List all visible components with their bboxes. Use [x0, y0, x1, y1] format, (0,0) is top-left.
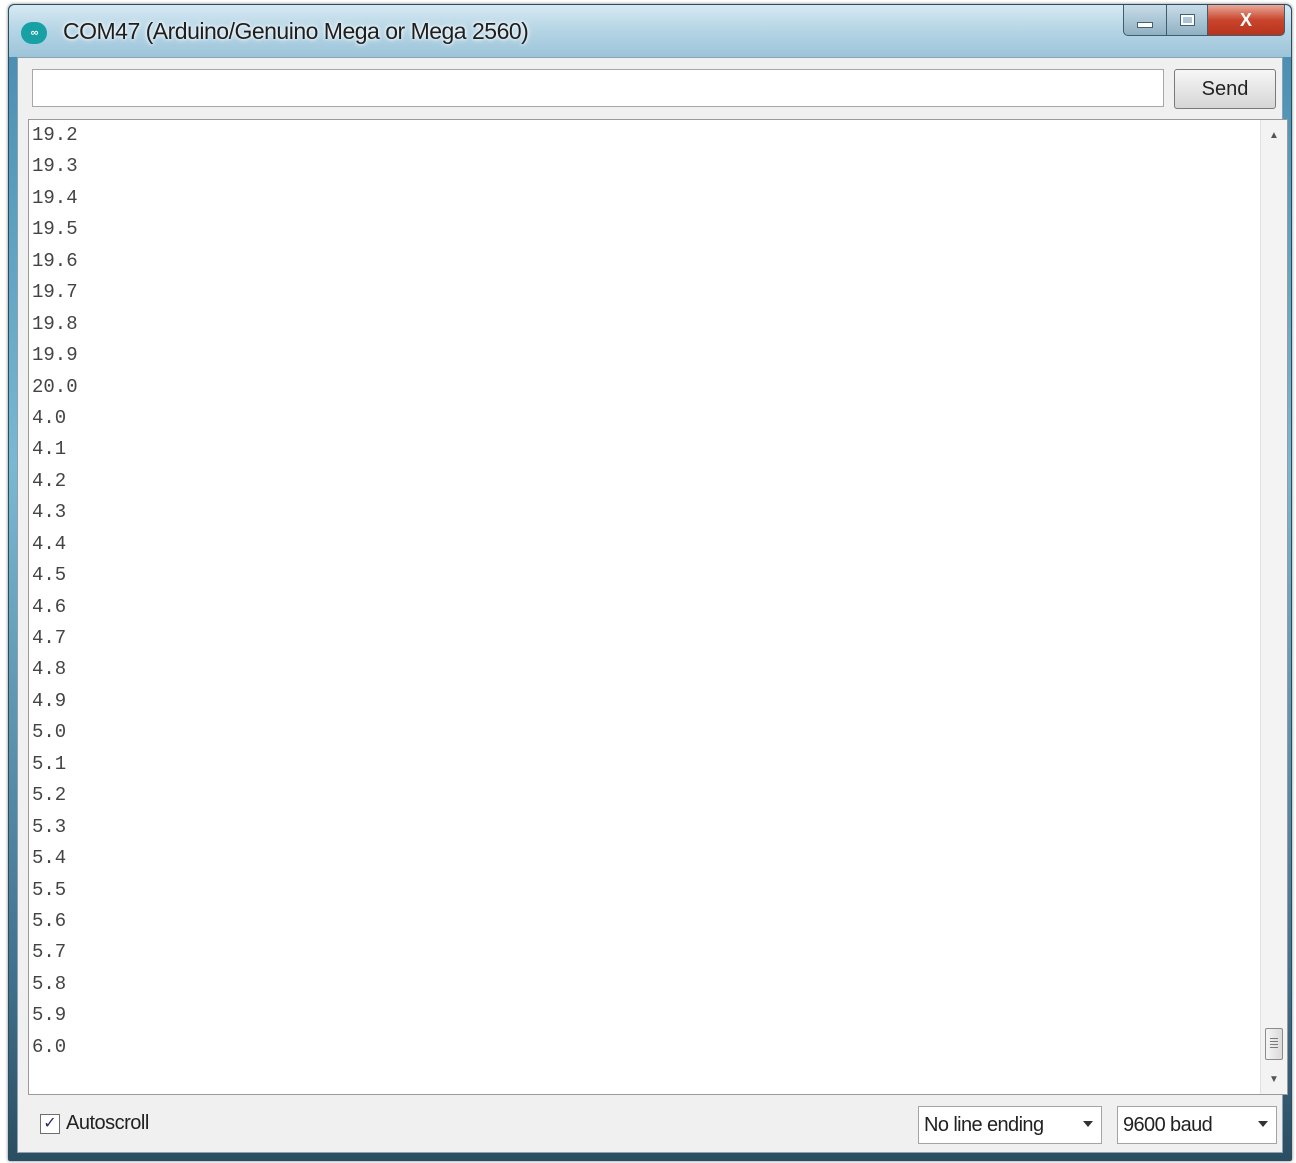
output-line: 19.8 — [32, 312, 78, 335]
checkmark-icon: ✓ — [43, 1114, 57, 1132]
output-line: 5.7 — [32, 941, 67, 964]
output-line: 19.3 — [32, 155, 78, 178]
output-line: 5.2 — [32, 784, 67, 807]
output-line: 5.8 — [32, 972, 67, 995]
output-line: 5.9 — [32, 1004, 67, 1027]
output-line: 19.6 — [32, 249, 78, 272]
window-controls: X — [1123, 5, 1285, 37]
maximize-button[interactable] — [1167, 5, 1208, 36]
baud-rate-select[interactable]: 9600 baud — [1117, 1106, 1277, 1144]
arduino-logo-icon: ∞ — [21, 22, 47, 44]
output-line: 4.8 — [32, 658, 67, 681]
chevron-down-icon — [1258, 1121, 1268, 1127]
output-lines: 19.2 19.3 19.4 19.5 19.6 19.7 19.8 19.9 20.0 4.0 4… — [32, 120, 78, 1063]
output-line: 4.2 — [32, 469, 67, 492]
output-line: 5.0 — [32, 721, 67, 744]
output-line: 4.1 — [32, 438, 67, 461]
output-line: 4.4 — [32, 532, 67, 555]
output-line: 4.0 — [32, 406, 67, 429]
minimize-button[interactable] — [1123, 5, 1167, 36]
close-icon: X — [1239, 9, 1252, 30]
line-ending-value: No line ending — [924, 1113, 1044, 1136]
serial-monitor-client: Send 19.2 19.3 19.4 19.5 19.6 19.7 19.8 19.9 20.… — [17, 57, 1288, 1153]
output-line: 6.0 — [32, 1035, 67, 1058]
autoscroll-label: Autoscroll — [66, 1112, 149, 1134]
title-bar[interactable]: ∞ COM47 (Arduino/Genuino Mega or Mega 25… — [9, 5, 1291, 57]
scroll-down-icon[interactable]: ▼ — [1261, 1068, 1287, 1090]
serial-output[interactable]: 19.2 19.3 19.4 19.5 19.6 19.7 19.8 19.9 20.0 4.0 4… — [28, 119, 1288, 1095]
autoscroll-checkbox[interactable]: ✓ — [40, 1113, 60, 1134]
output-line: 4.7 — [32, 627, 67, 649]
close-button[interactable]: X — [1208, 5, 1285, 36]
output-line: 19.4 — [32, 186, 78, 209]
output-line: 5.6 — [32, 909, 67, 932]
chevron-down-icon — [1083, 1121, 1093, 1127]
output-line: 19.2 — [32, 124, 78, 146]
output-line: 19.9 — [32, 344, 78, 367]
output-line: 20.0 — [32, 375, 78, 398]
line-ending-select[interactable]: No line ending — [918, 1106, 1102, 1144]
output-line: 5.1 — [32, 752, 67, 775]
grip-icon — [1270, 1038, 1278, 1050]
minimize-icon — [1137, 22, 1153, 28]
window-title: COM47 (Arduino/Genuino Mega or Mega 2560… — [63, 18, 529, 44]
output-line: 4.3 — [32, 501, 67, 524]
send-input[interactable] — [32, 69, 1164, 107]
autoscroll-control[interactable]: ✓ Autoscroll — [40, 1112, 149, 1135]
vertical-scrollbar[interactable]: ▲ ▼ — [1260, 120, 1287, 1094]
output-line: 5.3 — [32, 815, 67, 838]
output-line: 4.9 — [32, 689, 67, 712]
output-line: 19.7 — [32, 281, 78, 304]
send-button[interactable]: Send — [1174, 69, 1276, 109]
scroll-up-icon[interactable]: ▲ — [1261, 124, 1287, 146]
footer-bar: ✓ Autoscroll No line ending 9600 baud — [18, 1098, 1282, 1152]
scrollbar-thumb[interactable] — [1265, 1028, 1283, 1060]
output-line: 4.6 — [32, 595, 67, 618]
output-line: 4.5 — [32, 564, 67, 587]
output-line: 19.5 — [32, 218, 78, 241]
serial-monitor-window: ∞ COM47 (Arduino/Genuino Mega or Mega 25… — [8, 4, 1292, 1161]
output-line: 5.5 — [32, 878, 67, 901]
maximize-icon — [1179, 14, 1195, 26]
output-line: 5.4 — [32, 847, 67, 870]
baud-rate-value: 9600 baud — [1123, 1113, 1213, 1136]
